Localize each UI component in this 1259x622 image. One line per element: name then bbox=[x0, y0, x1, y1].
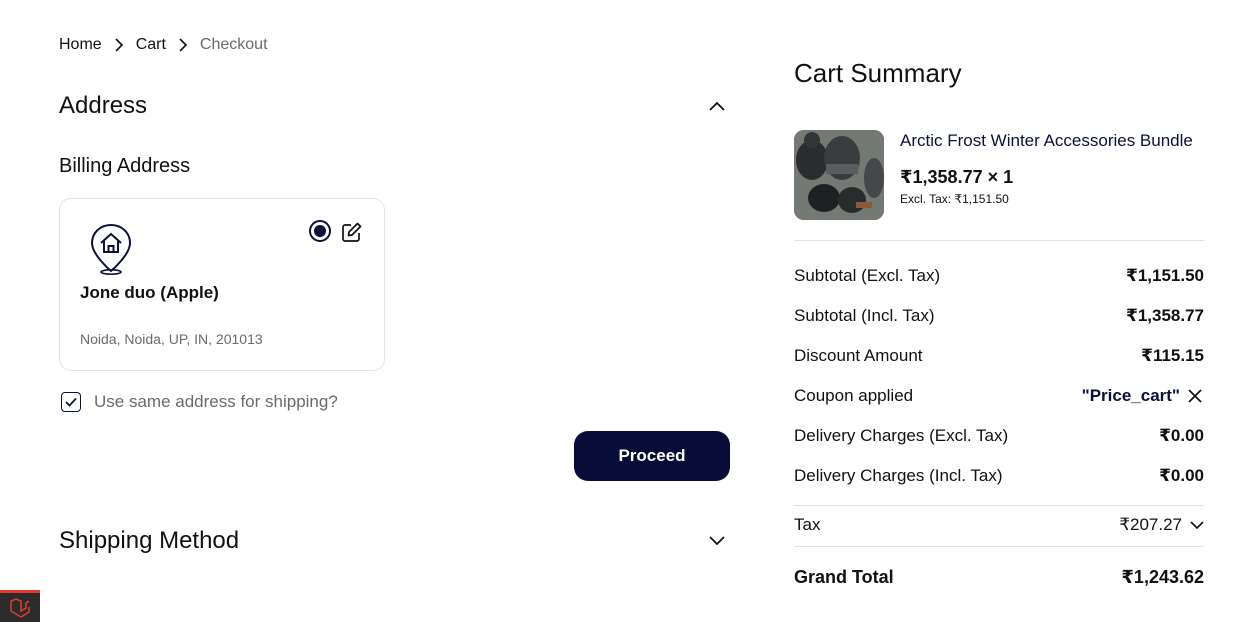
row-label: Delivery Charges (Excl. Tax) bbox=[794, 426, 1009, 445]
coupon-row: Coupon applied "Price_cart" bbox=[794, 384, 1204, 408]
address-section-header[interactable]: Address bbox=[59, 92, 730, 120]
tax-amount: ₹207.27 bbox=[1119, 515, 1182, 534]
subtotal-excl-row: Subtotal (Excl. Tax) ₹1,151.50 bbox=[794, 264, 1204, 288]
breadcrumb: Home Cart Checkout bbox=[59, 34, 268, 56]
address-title: Address bbox=[59, 92, 148, 119]
subtotal-incl-row: Subtotal (Incl. Tax) ₹1,358.77 bbox=[794, 304, 1204, 328]
breadcrumb-checkout: Checkout bbox=[199, 36, 268, 53]
summary-divider bbox=[794, 505, 1204, 506]
cart-summary-title: Cart Summary bbox=[794, 58, 962, 88]
row-value: ₹0.00 bbox=[1159, 426, 1204, 445]
same-address-label: Use same address for shipping? bbox=[94, 392, 338, 411]
chevron-down-icon[interactable] bbox=[1190, 520, 1204, 530]
summary-divider bbox=[794, 546, 1204, 547]
same-address-option[interactable]: Use same address for shipping? bbox=[61, 392, 338, 412]
breadcrumb-home[interactable]: Home bbox=[59, 36, 102, 54]
row-label: Coupon applied bbox=[794, 386, 914, 405]
check-icon bbox=[65, 397, 77, 407]
address-line: Noida, Noida, UP, IN, 201013 bbox=[80, 331, 263, 347]
shipping-method-title: Shipping Method bbox=[59, 527, 240, 554]
chevron-down-icon[interactable] bbox=[704, 528, 730, 554]
product-name[interactable]: Arctic Frost Winter Accessories Bundle bbox=[900, 131, 1193, 151]
tax-label: Tax bbox=[794, 515, 821, 534]
edit-icon[interactable] bbox=[341, 221, 363, 243]
address-name: Jone duo (Apple) bbox=[80, 283, 219, 302]
billing-address-title: Billing Address bbox=[59, 155, 191, 177]
product-excl-tax: Excl. Tax: ₹1,151.50 bbox=[900, 192, 1009, 206]
row-label: Subtotal (Incl. Tax) bbox=[794, 306, 935, 325]
proceed-button[interactable]: Proceed bbox=[574, 431, 730, 481]
row-value: ₹115.15 bbox=[1141, 346, 1204, 365]
row-label: Delivery Charges (Incl. Tax) bbox=[794, 466, 1003, 485]
same-address-checkbox[interactable] bbox=[61, 392, 81, 412]
grand-total-label: Grand Total bbox=[794, 566, 894, 587]
home-location-icon bbox=[90, 223, 132, 275]
chevron-right-icon bbox=[166, 34, 200, 56]
tax-row[interactable]: Tax ₹207.27 bbox=[794, 513, 1204, 537]
laravel-logo-icon[interactable] bbox=[0, 590, 40, 622]
delivery-excl-row: Delivery Charges (Excl. Tax) ₹0.00 bbox=[794, 424, 1204, 448]
address-card[interactable]: Jone duo (Apple) Noida, Noida, UP, IN, 2… bbox=[59, 198, 385, 371]
chevron-up-icon[interactable] bbox=[704, 93, 730, 119]
product-price-qty: ₹1,358.77 × 1 bbox=[900, 167, 1014, 187]
product-image bbox=[794, 130, 884, 220]
close-icon[interactable] bbox=[1186, 387, 1204, 405]
row-value: ₹1,151.50 bbox=[1125, 266, 1204, 285]
row-label: Discount Amount bbox=[794, 346, 923, 365]
row-value: ₹1,358.77 bbox=[1125, 306, 1204, 325]
address-select-radio[interactable] bbox=[309, 220, 331, 242]
chevron-right-icon bbox=[102, 34, 136, 56]
coupon-value: "Price_cart" bbox=[1082, 386, 1204, 406]
grand-total-row: Grand Total ₹1,243.62 bbox=[794, 565, 1204, 589]
radio-selected-dot bbox=[314, 225, 326, 237]
grand-total-value: ₹1,243.62 bbox=[1121, 566, 1204, 587]
shipping-section-header[interactable]: Shipping Method bbox=[59, 527, 730, 555]
row-label: Subtotal (Excl. Tax) bbox=[794, 266, 941, 285]
discount-row: Discount Amount ₹115.15 bbox=[794, 344, 1204, 368]
breadcrumb-cart[interactable]: Cart bbox=[136, 36, 166, 54]
summary-divider bbox=[794, 240, 1204, 241]
tax-value[interactable]: ₹207.27 bbox=[1119, 515, 1204, 535]
delivery-incl-row: Delivery Charges (Incl. Tax) ₹0.00 bbox=[794, 464, 1204, 488]
coupon-code: "Price_cart" bbox=[1081, 386, 1180, 405]
row-value: ₹0.00 bbox=[1159, 466, 1204, 485]
